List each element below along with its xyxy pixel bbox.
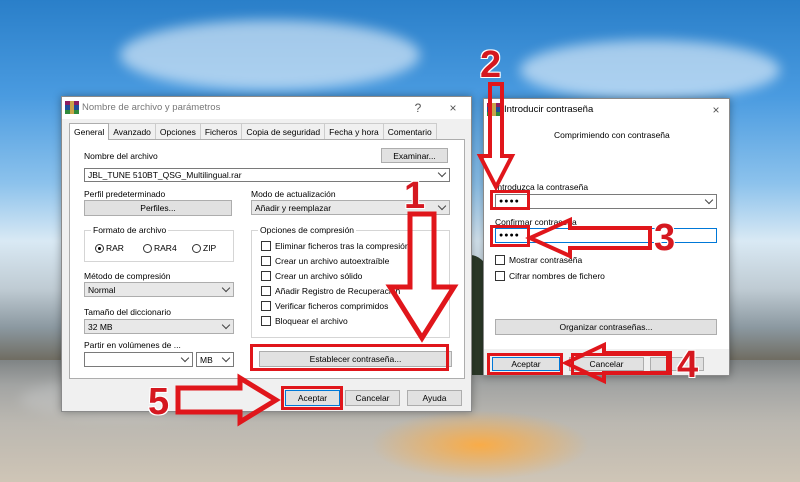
- tab-ficheros[interactable]: Ficheros: [199, 123, 243, 140]
- dictionary-size-select[interactable]: 32 MB: [84, 319, 234, 334]
- archive-format-group: Formato de archivo RAR RAR4 ZIP: [84, 225, 234, 262]
- close-icon[interactable]: ×: [444, 100, 462, 116]
- encrypt-names-checkbox[interactable]: Cifrar nombres de fichero: [495, 271, 605, 281]
- main-dialog-title: Nombre de archivo y parámetros: [82, 102, 221, 113]
- winrar-icon: [65, 101, 79, 114]
- option-recovery-record[interactable]: Añadir Registro de Recuperación: [261, 286, 400, 296]
- highlight-confirm-input: [490, 225, 530, 247]
- checkbox-icon: [261, 286, 271, 296]
- format-radio-zip[interactable]: ZIP: [192, 243, 216, 253]
- chevron-down-icon: [180, 353, 190, 362]
- checkbox-icon: [261, 301, 271, 311]
- tab-general[interactable]: General: [69, 123, 110, 140]
- cancel-button[interactable]: Cancelar: [345, 390, 400, 406]
- chevron-down-icon: [704, 195, 714, 204]
- close-icon[interactable]: ×: [707, 102, 725, 118]
- archive-name-value: JBL_TUNE 510BT_QSG_Multilingual.rar: [88, 170, 242, 180]
- tab-comentario[interactable]: Comentario: [382, 123, 437, 140]
- arrow-right-icon: [175, 373, 281, 427]
- background-cloud: [120, 20, 420, 90]
- radio-icon: [192, 243, 201, 253]
- checkbox-icon: [495, 271, 505, 281]
- option-verify-files[interactable]: Verificar ficheros comprimidos: [261, 301, 388, 311]
- arrow-down-icon: [476, 82, 516, 192]
- arrow-down-icon: [385, 211, 459, 343]
- dictionary-size-value: 32 MB: [88, 321, 113, 332]
- tab-avanzado[interactable]: Avanzado: [108, 123, 156, 140]
- tab-fecha-hora[interactable]: Fecha y hora: [324, 123, 384, 140]
- compression-method-value: Normal: [88, 284, 116, 295]
- radio-icon: [95, 243, 104, 253]
- chevron-down-icon: [437, 201, 447, 210]
- checkbox-icon: [261, 241, 271, 251]
- split-volumes-label: Partir en volúmenes de ...: [84, 340, 181, 350]
- archive-name-label: Nombre del archivo: [84, 151, 158, 161]
- checkbox-icon: [261, 256, 271, 266]
- option-lock-archive[interactable]: Bloquear el archivo: [261, 316, 348, 326]
- compression-method-label: Método de compresión: [84, 271, 171, 281]
- checkbox-icon: [261, 271, 271, 281]
- chevron-down-icon: [221, 320, 231, 329]
- chevron-down-icon: [437, 169, 447, 178]
- highlight-password-ok: [487, 353, 563, 375]
- compression-method-select[interactable]: Normal: [84, 282, 234, 297]
- chevron-down-icon: [221, 353, 231, 362]
- main-titlebar: Nombre de archivo y parámetros ? ×: [62, 97, 471, 119]
- archive-name-input[interactable]: JBL_TUNE 510BT_QSG_Multilingual.rar: [84, 168, 450, 182]
- profiles-button[interactable]: Perfiles...: [84, 200, 232, 216]
- archive-format-label: Formato de archivo: [91, 225, 169, 235]
- step-4-number: 4: [677, 344, 699, 386]
- radio-icon: [143, 243, 152, 253]
- background-sunset-glow: [370, 410, 590, 480]
- main-tabs: General Avanzado Opciones Ficheros Copia…: [69, 123, 437, 140]
- update-mode-label: Modo de actualización: [251, 189, 336, 199]
- chevron-down-icon: [221, 283, 231, 292]
- format-radio-rar[interactable]: RAR: [95, 243, 124, 253]
- background-cloud: [520, 40, 780, 100]
- step-1-number: 1: [404, 175, 426, 217]
- option-solid-archive[interactable]: Crear un archivo sólido: [261, 271, 362, 281]
- organize-passwords-button[interactable]: Organizar contraseñas...: [495, 319, 717, 335]
- help-button[interactable]: Ayuda: [407, 390, 462, 406]
- dictionary-size-label: Tamaño del diccionario: [84, 307, 171, 317]
- highlight-password-input: [490, 190, 530, 210]
- highlight-ok: [281, 386, 343, 410]
- step-3-number: 3: [654, 217, 676, 259]
- browse-button[interactable]: Examinar...: [381, 148, 448, 163]
- update-mode-value: Añadir y reemplazar: [255, 202, 332, 213]
- split-unit-value: MB: [200, 354, 213, 365]
- arrow-left-icon: [561, 341, 672, 385]
- arrow-left-icon: [525, 216, 652, 260]
- tab-copia-seguridad[interactable]: Copia de seguridad: [241, 123, 326, 140]
- checkbox-icon: [261, 316, 271, 326]
- step-5-number: 5: [148, 381, 170, 423]
- split-volumes-input[interactable]: [84, 352, 193, 367]
- highlight-set-password: [250, 344, 449, 371]
- password-heading: Comprimiendo con contraseña: [554, 130, 670, 140]
- password-titlebar: Introducir contraseña ×: [484, 99, 729, 121]
- split-unit-select[interactable]: MB: [196, 352, 234, 367]
- help-title-button[interactable]: ?: [409, 100, 427, 116]
- step-2-number: 2: [480, 44, 502, 86]
- checkbox-icon: [495, 255, 505, 265]
- password-dialog-title: Introducir contraseña: [504, 104, 594, 115]
- compression-options-label: Opciones de compresión: [258, 225, 357, 235]
- default-profile-label: Perfil predeterminado: [84, 189, 166, 199]
- tab-opciones[interactable]: Opciones: [154, 123, 201, 140]
- option-self-extracting[interactable]: Crear un archivo autoextraíble: [261, 256, 389, 266]
- format-radio-rar4[interactable]: RAR4: [143, 243, 177, 253]
